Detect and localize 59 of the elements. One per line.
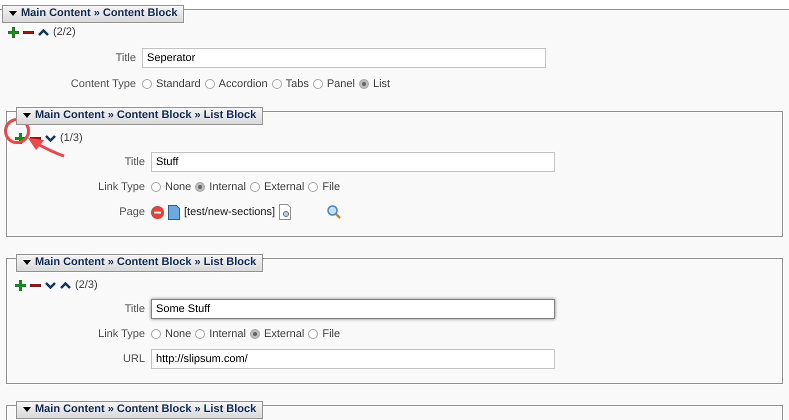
radio-option[interactable]: Accordion: [204, 76, 268, 92]
field-label: Title: [124, 154, 145, 170]
radio-option[interactable]: Standard: [142, 76, 201, 92]
radio-button[interactable]: [204, 79, 215, 89]
section-legend[interactable]: Main Content » Content Block: [2, 4, 184, 22]
minus-icon[interactable]: [23, 30, 34, 34]
item-counter: (2/2): [53, 24, 76, 40]
chevron-down-icon[interactable]: [45, 134, 56, 142]
minus-icon[interactable]: [30, 284, 41, 286]
text-field[interactable]: Seperator: [142, 48, 546, 68]
radio-button[interactable]: [358, 79, 369, 89]
radio-button[interactable]: [250, 182, 260, 192]
radio-button[interactable]: [151, 329, 161, 339]
radio-option[interactable]: List: [358, 76, 390, 92]
radio-button[interactable]: [308, 329, 318, 339]
field-label: Title: [114, 50, 136, 66]
radio-option[interactable]: File: [308, 178, 340, 196]
radio-option[interactable]: None: [151, 326, 192, 342]
radio-option[interactable]: Panel: [312, 76, 355, 92]
radio-button[interactable]: [151, 182, 161, 192]
text-field[interactable]: Stuff: [151, 152, 555, 172]
radio-option[interactable]: Internal: [195, 178, 246, 196]
field-label: Link Type: [97, 326, 145, 342]
plus-icon[interactable]: [15, 132, 26, 144]
document-icon: [168, 204, 180, 220]
radio-option[interactable]: Internal: [195, 326, 246, 342]
plus-icon[interactable]: [8, 26, 19, 38]
chevron-up-icon[interactable]: [38, 28, 49, 36]
field-label: Page: [118, 204, 145, 220]
text-field[interactable]: Some Stuff: [151, 299, 555, 319]
radio-button[interactable]: [142, 79, 152, 89]
document-search-icon[interactable]: [279, 204, 294, 220]
remove-circle-icon[interactable]: [151, 206, 164, 218]
chevron-up-icon[interactable]: [60, 282, 71, 288]
plus-icon[interactable]: [15, 280, 26, 290]
section-legend[interactable]: Main Content » Content Block » List Block: [16, 254, 264, 272]
item-counter: (1/3): [60, 130, 83, 146]
chevron-down-icon[interactable]: [45, 282, 56, 288]
radio-button[interactable]: [250, 329, 260, 339]
radio-button[interactable]: [272, 79, 282, 89]
radio-option[interactable]: None: [151, 178, 192, 196]
page-path: [test/new-sections]: [184, 204, 276, 220]
radio-button[interactable]: [195, 329, 206, 339]
field-label: Link Type: [97, 180, 145, 195]
field-label: URL: [122, 352, 145, 367]
radio-button[interactable]: [195, 182, 206, 192]
radio-option[interactable]: File: [308, 326, 340, 342]
radio-option[interactable]: External: [250, 326, 304, 342]
radio-option[interactable]: Tabs: [272, 76, 309, 92]
item-counter: (2/3): [75, 278, 98, 293]
field-label: Title: [124, 302, 145, 317]
field-label: Content Type: [70, 76, 136, 92]
section-legend[interactable]: Main Content » Content Block » List Block: [16, 400, 264, 418]
search-icon[interactable]: [327, 205, 342, 219]
radio-button[interactable]: [312, 79, 323, 89]
radio-option[interactable]: External: [250, 178, 304, 196]
radio-button[interactable]: [308, 182, 318, 192]
section-legend[interactable]: Main Content » Content Block » List Block: [16, 106, 264, 124]
text-field[interactable]: http://slipsum.com/: [151, 349, 555, 369]
